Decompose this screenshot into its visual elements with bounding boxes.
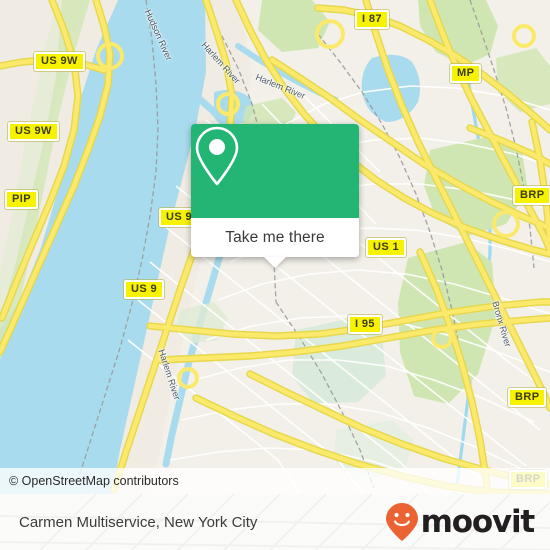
road-shield: BRP bbox=[508, 388, 547, 407]
map-attribution-bar: © OpenStreetMap contributors bbox=[0, 468, 550, 494]
popup-pointer-tail bbox=[264, 257, 286, 268]
footer-bar: Carmen Multiservice, New York City moovi… bbox=[0, 494, 550, 550]
moovit-place-map-screenshot: US 9W US 9W PIP US 9 US 9I 87 MP BRP US 1I 95 BR… bbox=[0, 0, 550, 550]
road-shield: US 9W bbox=[34, 52, 85, 71]
popup-action-area[interactable]: Take me there bbox=[191, 218, 359, 268]
map-canvas[interactable]: US 9W US 9W PIP US 9 US 9I 87 MP BRP US 1I 95 BR… bbox=[0, 0, 550, 494]
moovit-smiley-pin-icon bbox=[385, 503, 418, 541]
road-shield: I 87 bbox=[355, 10, 389, 29]
osm-attribution-text[interactable]: © OpenStreetMap contributors bbox=[0, 474, 179, 488]
place-popup-card[interactable]: Take me there bbox=[191, 124, 359, 268]
road-shield: US 9W bbox=[8, 122, 59, 141]
road-shield: US 1 bbox=[366, 238, 407, 257]
place-title: Carmen Multiservice, New York City bbox=[19, 513, 258, 531]
road-shield: I 95 bbox=[348, 315, 382, 334]
road-shield: US 9 bbox=[124, 280, 165, 299]
moovit-logo[interactable]: moovit bbox=[385, 502, 536, 542]
popup-image-area bbox=[191, 124, 359, 218]
moovit-wordmark: moovit bbox=[420, 503, 536, 540]
road-shield: PIP bbox=[5, 190, 38, 209]
map-pin-icon bbox=[195, 126, 239, 186]
road-shield: MP bbox=[450, 64, 482, 83]
take-me-there-label: Take me there bbox=[225, 228, 325, 246]
road-shield: BRP bbox=[513, 186, 550, 205]
